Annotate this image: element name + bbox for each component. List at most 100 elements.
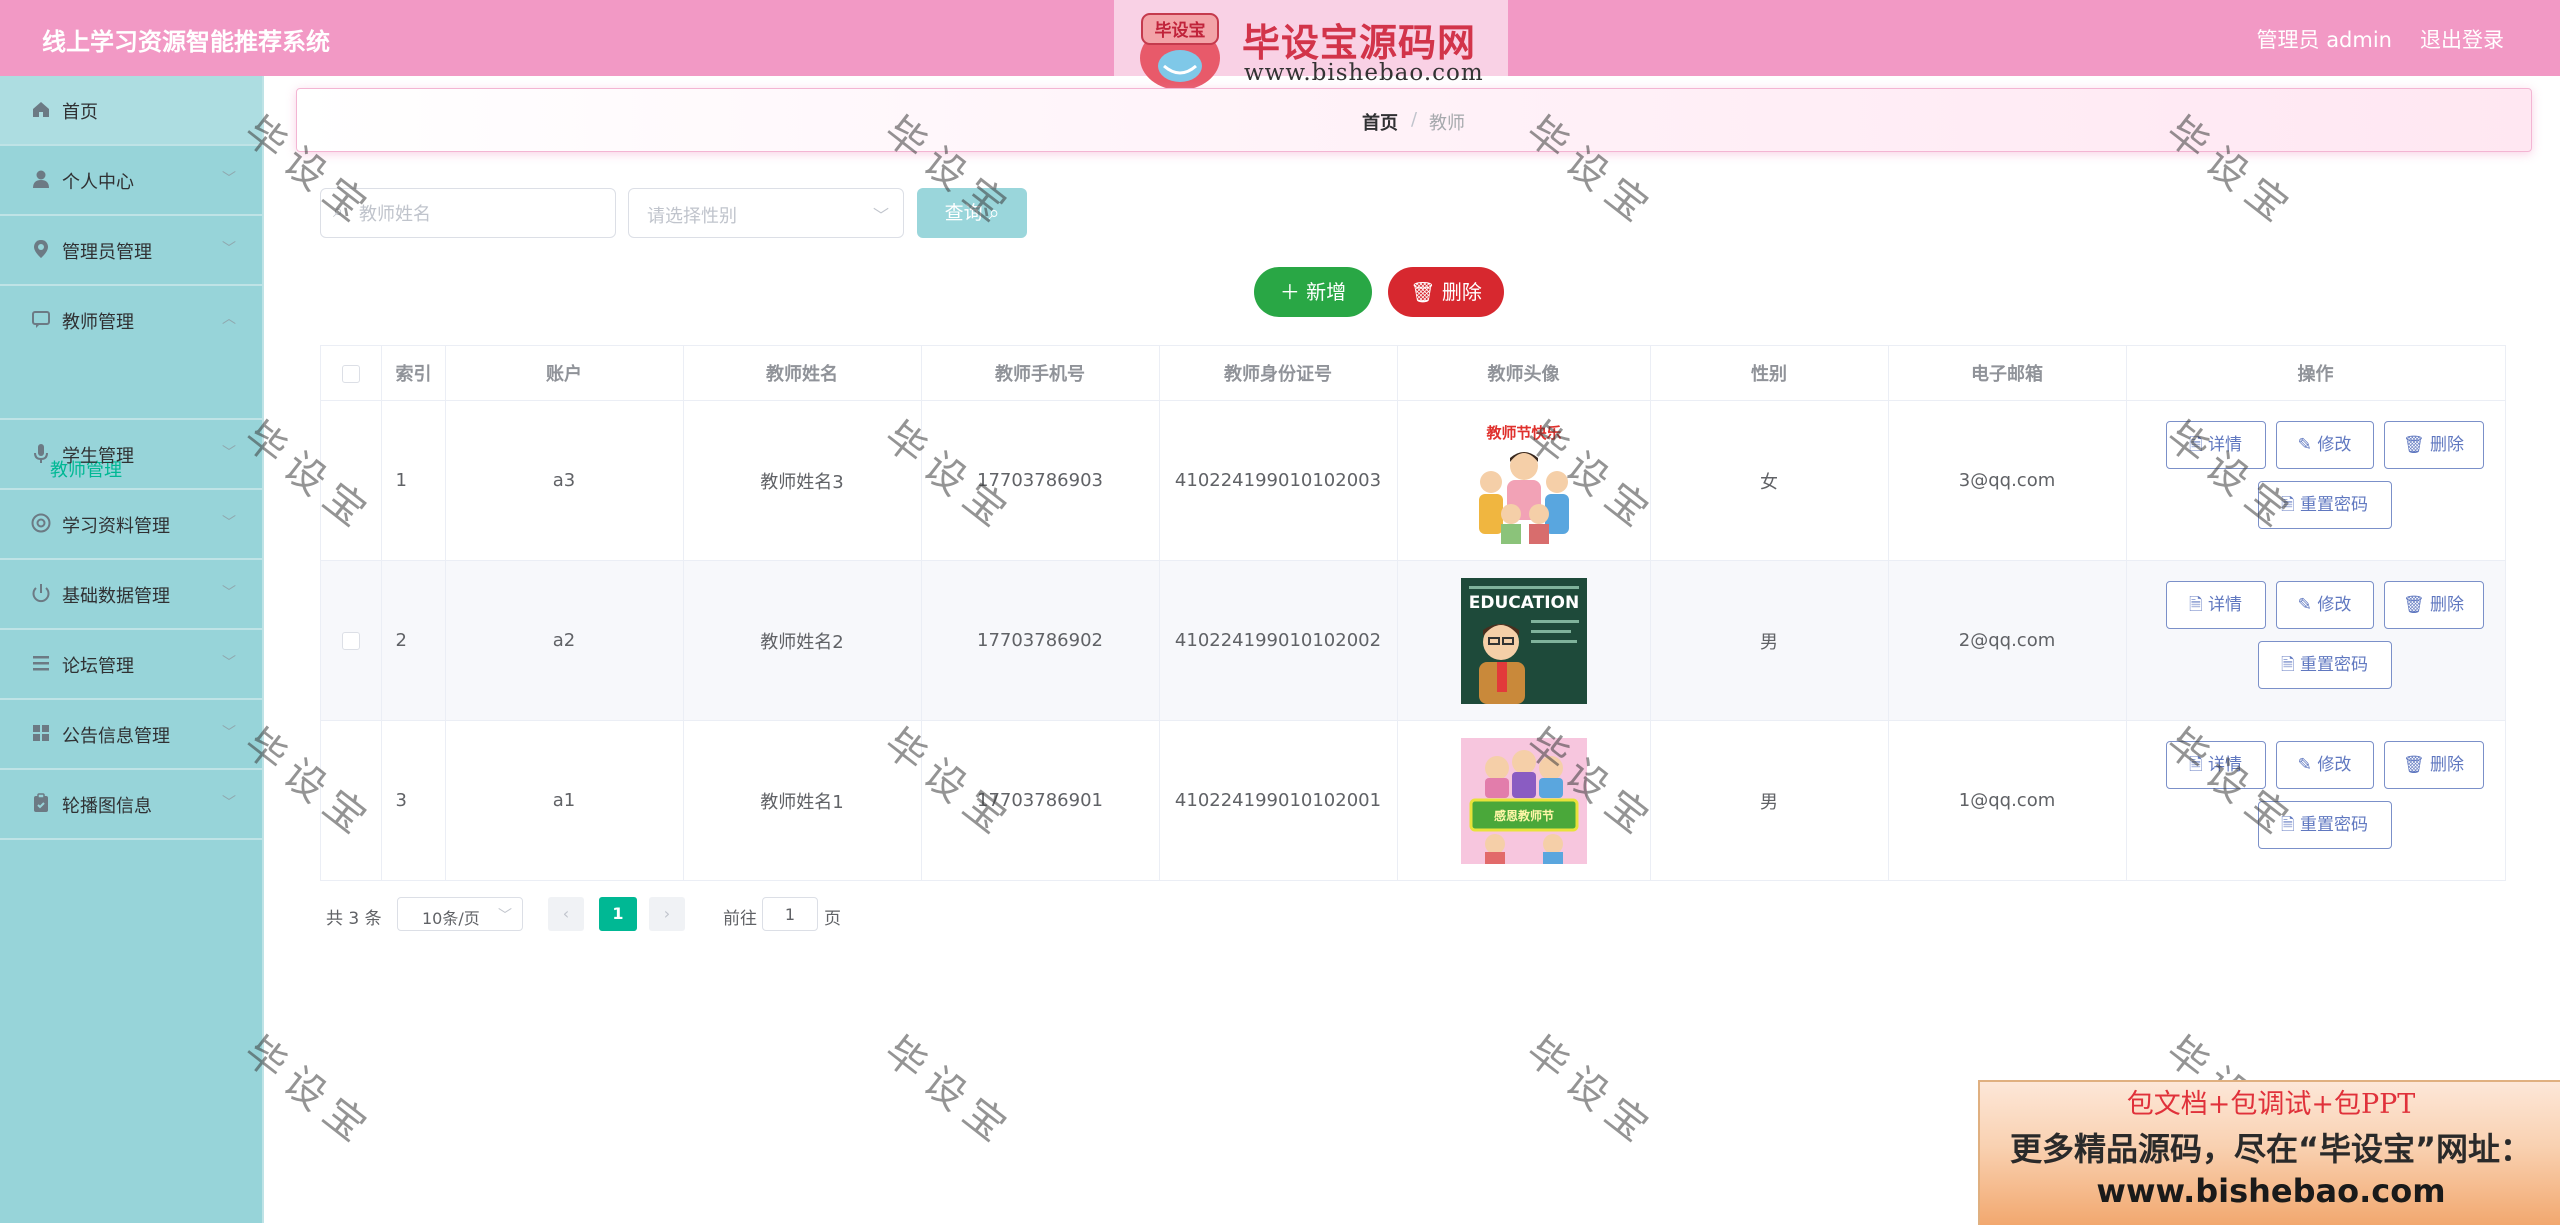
teacher-table: 索引 账户 教师姓名 教师手机号 教师身份证号 教师头像 性别 电子邮箱 操作 …: [320, 345, 2506, 881]
select-all-checkbox[interactable]: [341, 364, 360, 383]
mic-icon: [34, 444, 48, 463]
cell-phone: 17703786903: [921, 400, 1160, 561]
delete-button[interactable]: 🗑 删除: [2383, 740, 2484, 789]
trash-icon: 🗑: [2403, 754, 2430, 775]
select-all-cell: [321, 346, 382, 401]
cell-email: 2@qq.com: [1888, 560, 2127, 721]
chevron-down-icon: ﹀: [222, 655, 236, 671]
sidebar-item-forum[interactable]: 论坛管理 ﹀: [0, 630, 262, 700]
row-select-cell: [321, 400, 382, 561]
prev-page-button[interactable]: ‹: [548, 897, 584, 931]
header-gender: 性别: [1650, 346, 1889, 401]
goto-page-input[interactable]: [762, 897, 818, 931]
batch-delete-button[interactable]: 🗑 删除: [1388, 267, 1504, 317]
teacher-avatar-image: 教师节快乐: [1460, 417, 1587, 544]
detail-button[interactable]: 🗎 详情: [2165, 740, 2266, 789]
page-number-button[interactable]: 1: [599, 897, 637, 931]
logo-badge-icon: 毕设宝: [1140, 13, 1220, 90]
delete-button[interactable]: 🗑 删除: [2383, 420, 2484, 469]
sidebar-item-basedata[interactable]: 基础数据管理 ﹀: [0, 560, 262, 630]
pencil-icon: ✎: [2297, 594, 2318, 615]
edit-button[interactable]: ✎ 修改: [2275, 420, 2374, 469]
clipboard-icon: [34, 793, 48, 812]
sidebar-item-admin[interactable]: 管理员管理 ﹀: [0, 216, 262, 286]
document-icon: 🗎: [2280, 814, 2301, 835]
edit-button[interactable]: ✎ 修改: [2275, 580, 2374, 629]
avatar-caption: 教师节快乐: [1485, 424, 1561, 442]
sidebar-item-notice[interactable]: 公告信息管理 ﹀: [0, 700, 262, 770]
add-label: 新增: [1306, 280, 1347, 304]
gender-select[interactable]: 请选择性别 ﹀: [628, 188, 904, 238]
promo-line-1: 包文档+包调试+包PPT: [2126, 1089, 2416, 1120]
sidebar-item-teacher[interactable]: 教师管理 ︿: [0, 286, 262, 420]
cell-name: 教师姓名1: [683, 720, 922, 881]
sidebar-item-profile[interactable]: 个人中心 ﹀: [0, 146, 262, 216]
search-icon: ⌕: [333, 201, 344, 222]
reset-password-label: 重置密码: [2300, 494, 2369, 515]
sidebar-item-label: 论坛管理: [62, 656, 134, 677]
edit-button[interactable]: ✎ 修改: [2275, 740, 2374, 789]
teacher-name-input[interactable]: [357, 199, 609, 229]
sidebar-item-home[interactable]: 首页: [0, 76, 262, 146]
power-icon: [32, 584, 50, 603]
cell-index: 2: [381, 560, 446, 721]
cell-operations: 🗎 详情 ✎ 修改 🗑 删除 🗎 重置密码: [2126, 720, 2506, 881]
grid-icon: [33, 725, 49, 741]
detail-button[interactable]: 🗎 详情: [2165, 420, 2266, 469]
sidebar: 首页 个人中心 ﹀ 管理员管理 ﹀ 教师管理 ︿ 教师管理 学生管理 ﹀ 学习资…: [0, 76, 264, 1223]
sidebar-item-label: 基础数据管理: [62, 586, 170, 607]
header-name: 教师姓名: [683, 346, 922, 401]
sidebar-item-materials[interactable]: 学习资料管理 ﹀: [0, 490, 262, 560]
search-icon: ⌕: [988, 202, 1000, 224]
chevron-up-icon: ︿: [222, 311, 236, 327]
row-checkbox[interactable]: [341, 632, 360, 650]
sidebar-item-carousel[interactable]: 轮播图信息 ﹀: [0, 770, 262, 840]
header-operations: 操作: [2126, 346, 2506, 401]
chevron-down-icon: ﹀: [222, 515, 236, 531]
reset-password-button[interactable]: 🗎 重置密码: [2257, 800, 2392, 849]
query-button[interactable]: 查询 ⌕: [917, 188, 1027, 238]
detail-button[interactable]: 🗎 详情: [2165, 580, 2266, 629]
cell-phone: 17703786902: [921, 560, 1160, 721]
goto-suffix: 页: [824, 909, 841, 929]
cell-operations: 🗎 详情 ✎ 修改 🗑 删除 🗎 重置密码: [2126, 400, 2506, 561]
cell-avatar: 教师节快乐: [1397, 400, 1651, 561]
pagination-total: 共 3 条: [326, 909, 382, 929]
chevron-down-icon: ﹀: [872, 206, 889, 225]
breadcrumb: 首页 / 教师: [296, 88, 2532, 152]
globe-icon: [31, 513, 51, 533]
detail-label: 详情: [2208, 594, 2243, 615]
cell-account: a2: [445, 560, 684, 721]
row-actions: 🗎 详情 ✎ 修改 🗑 删除 🗎 重置密码: [2156, 740, 2484, 861]
cell-index: 3: [381, 720, 446, 881]
page-size-select[interactable]: 10条/页 ﹀: [397, 897, 523, 931]
pencil-icon: ✎: [2297, 754, 2318, 775]
cell-id-card: 410224199010102002: [1159, 560, 1398, 721]
trash-icon: 🗑: [2403, 434, 2430, 455]
logout-button[interactable]: 退出登录: [2420, 24, 2504, 54]
detail-label: 详情: [2208, 434, 2243, 455]
cell-gender: 女: [1650, 400, 1889, 561]
logo-badge-text: 毕设宝: [1155, 20, 1206, 41]
cell-name: 教师姓名2: [683, 560, 922, 721]
delete-label: 删除: [1441, 280, 1482, 304]
reset-password-button[interactable]: 🗎 重置密码: [2257, 480, 2392, 529]
delete-button[interactable]: 🗑 删除: [2383, 580, 2484, 629]
add-button[interactable]: ＋ 新增: [1254, 267, 1372, 317]
reset-password-button[interactable]: 🗎 重置密码: [2257, 640, 2392, 689]
teacher-name-search[interactable]: ⌕: [320, 188, 616, 238]
page-size-value: 10条/页: [422, 909, 480, 928]
admin-label: 管理员 admin: [2256, 28, 2392, 52]
table-header-row: 索引 账户 教师姓名 教师手机号 教师身份证号 教师头像 性别 电子邮箱 操作: [321, 346, 2506, 401]
header-avatar: 教师头像: [1397, 346, 1651, 401]
breadcrumb-home[interactable]: 首页: [1362, 109, 1398, 135]
row-actions: 🗎 详情 ✎ 修改 🗑 删除 🗎 重置密码: [2156, 420, 2484, 541]
sidebar-item-label: 公告信息管理: [62, 726, 170, 747]
sidebar-item-label: 管理员管理: [62, 242, 152, 263]
cell-id-card: 410224199010102003: [1159, 400, 1398, 561]
sidebar-item-student[interactable]: 学生管理 ﹀: [0, 420, 262, 490]
row-select-cell: [321, 560, 382, 721]
next-page-button[interactable]: ›: [649, 897, 685, 931]
promo-banner[interactable]: 包文档+包调试+包PPT 更多精品源码，尽在“毕设宝”网址： www.bishe…: [1978, 1080, 2560, 1225]
avatar-caption: 感恩教师节: [1493, 808, 1553, 823]
